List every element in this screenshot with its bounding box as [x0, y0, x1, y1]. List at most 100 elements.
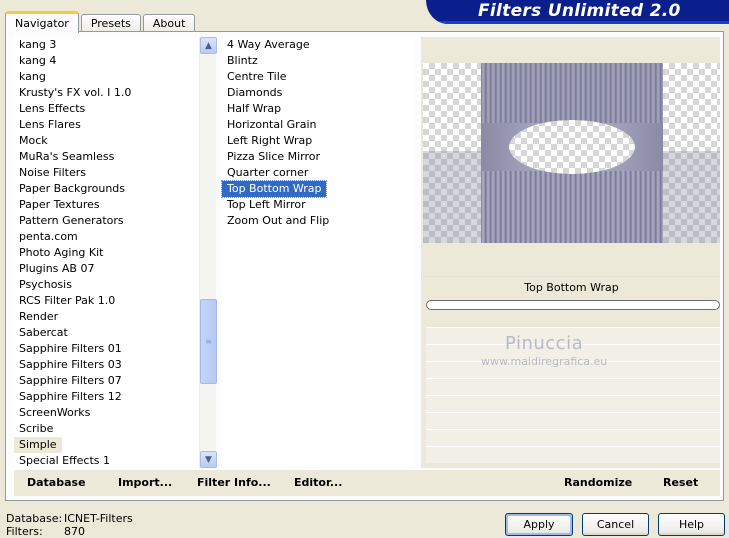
category-label: Sapphire Filters 03 [19, 358, 122, 371]
category-item[interactable]: Scribe [14, 421, 198, 437]
tab-presets[interactable]: Presets [80, 14, 141, 32]
category-label: Sabercat [19, 326, 68, 339]
category-item[interactable]: Lens Flares [14, 117, 198, 133]
category-label: Paper Backgrounds [19, 182, 126, 195]
chevron-down-icon: ▼ [205, 454, 212, 465]
category-item[interactable]: Photo Aging Kit [14, 245, 198, 261]
category-list-panel: kang 3 kang 4 kang Krusty's FX vol. I 1.0 Le… [14, 37, 217, 468]
filter-label: Diamonds [227, 86, 283, 99]
parameter-row [426, 446, 720, 463]
category-item[interactable]: kang [14, 69, 198, 85]
category-scrollbar[interactable]: ▲ ≡ ▼ [199, 37, 217, 468]
filter-item[interactable]: Horizontal Grain [222, 117, 415, 133]
category-item[interactable]: kang 4 [14, 53, 198, 69]
category-item[interactable]: penta.com [14, 229, 198, 245]
category-label: Render [19, 310, 59, 323]
preview-transparent-shape [509, 120, 635, 174]
editor-button[interactable]: Editor... [294, 476, 342, 489]
database-button[interactable]: Database [27, 476, 86, 489]
category-item[interactable]: Sapphire Filters 01 [14, 341, 198, 357]
filter-label: Pizza Slice Mirror [227, 150, 321, 163]
filter-label: Zoom Out and Flip [227, 214, 330, 227]
filter-label: Horizontal Grain [227, 118, 317, 131]
filter-item[interactable]: Quarter corner [222, 165, 415, 181]
category-label: ScreenWorks [19, 406, 91, 419]
filter-label: Left Right Wrap [227, 134, 313, 147]
category-label: Plugins AB 07 [19, 262, 95, 275]
filter-item[interactable]: Zoom Out and Flip [222, 213, 415, 229]
tab-navigator[interactable]: Navigator [5, 11, 79, 33]
category-item[interactable]: MuRa's Seamless [14, 149, 198, 165]
help-button[interactable]: Help [658, 513, 725, 536]
filter-item[interactable]: Top Bottom Wrap [221, 180, 415, 198]
category-item[interactable]: Mock [14, 133, 198, 149]
filters-count-label: Filters: [6, 525, 43, 538]
parameter-row [426, 395, 720, 412]
category-item[interactable]: Pattern Generators [14, 213, 198, 229]
chevron-up-icon: ▲ [205, 40, 212, 51]
randomize-button[interactable]: Randomize [564, 476, 632, 489]
progress-bar [426, 300, 720, 310]
filter-item[interactable]: Diamonds [222, 85, 415, 101]
category-list[interactable]: kang 3 kang 4 kang Krusty's FX vol. I 1.0 Le… [14, 37, 198, 468]
category-item[interactable]: Sapphire Filters 03 [14, 357, 198, 373]
category-label: Sapphire Filters 07 [19, 374, 122, 387]
grip-icon: ≡ [205, 337, 212, 346]
category-label: Pattern Generators [19, 214, 124, 227]
category-item[interactable]: Lens Effects [14, 101, 198, 117]
category-item[interactable]: ScreenWorks [14, 405, 198, 421]
category-label: Psychosis [19, 278, 72, 291]
category-label: kang 3 [19, 38, 57, 51]
tab-about[interactable]: About [142, 14, 196, 32]
filter-list[interactable]: 4 Way Average Blintz Centre Tile Diamonds Ha… [221, 37, 415, 468]
app-title: Filters Unlimited 2.0 [478, 1, 681, 21]
database-value: ICNET-Filters [64, 512, 133, 525]
selected-filter-name: Top Bottom Wrap [423, 276, 720, 298]
category-label: Noise Filters [19, 166, 86, 179]
category-label: Mock [19, 134, 48, 147]
filter-item[interactable]: Top Left Mirror [222, 197, 415, 213]
category-item[interactable]: Paper Textures [14, 197, 198, 213]
preview-panel: Top Bottom Wrap [421, 37, 720, 468]
filter-label: Half Wrap [227, 102, 282, 115]
import-button[interactable]: Import... [118, 476, 172, 489]
category-item[interactable]: RCS Filter Pak 1.0 [14, 293, 198, 309]
category-label: RCS Filter Pak 1.0 [19, 294, 116, 307]
filter-item[interactable]: Left Right Wrap [222, 133, 415, 149]
filter-label: Blintz [227, 54, 258, 67]
category-item[interactable]: Sapphire Filters 07 [14, 373, 198, 389]
apply-button[interactable]: Apply [505, 513, 573, 536]
category-item[interactable]: Simple [14, 437, 198, 453]
category-item[interactable]: Sapphire Filters 12 [14, 389, 198, 405]
scroll-thumb[interactable]: ≡ [200, 299, 217, 384]
parameter-row [426, 429, 720, 446]
filter-item[interactable]: Blintz [222, 53, 415, 69]
cancel-button[interactable]: Cancel [582, 513, 649, 536]
navigator-toolbar: Database Import... Filter Info... Editor… [14, 470, 422, 496]
preview-shade-left [423, 151, 481, 243]
category-item[interactable]: Render [14, 309, 198, 325]
filter-info-button[interactable]: Filter Info... [197, 476, 271, 489]
category-label: Sapphire Filters 12 [19, 390, 122, 403]
category-item[interactable]: Psychosis [14, 277, 198, 293]
reset-button[interactable]: Reset [663, 476, 698, 489]
navigator-panel: kang 3 kang 4 kang Krusty's FX vol. I 1.0 Le… [5, 31, 724, 501]
filter-label: 4 Way Average [227, 38, 310, 51]
filter-item[interactable]: Centre Tile [222, 69, 415, 85]
category-item[interactable]: Paper Backgrounds [14, 181, 198, 197]
category-item[interactable]: Noise Filters [14, 165, 198, 181]
category-label: Special Effects 1 [19, 454, 111, 467]
preview-shade-right [663, 151, 720, 243]
filter-item[interactable]: Pizza Slice Mirror [222, 149, 415, 165]
category-item[interactable]: Special Effects 1 [14, 453, 198, 468]
category-item[interactable]: Sabercat [14, 325, 198, 341]
filter-item[interactable]: 4 Way Average [222, 37, 415, 53]
category-item[interactable]: Plugins AB 07 [14, 261, 198, 277]
scroll-down-button[interactable]: ▼ [200, 451, 217, 468]
filter-item[interactable]: Half Wrap [222, 101, 415, 117]
category-label: Lens Effects [19, 102, 86, 115]
category-item[interactable]: kang 3 [14, 37, 198, 53]
category-item[interactable]: Krusty's FX vol. I 1.0 [14, 85, 198, 101]
filter-label: Top Left Mirror [227, 198, 306, 211]
scroll-up-button[interactable]: ▲ [200, 37, 217, 54]
